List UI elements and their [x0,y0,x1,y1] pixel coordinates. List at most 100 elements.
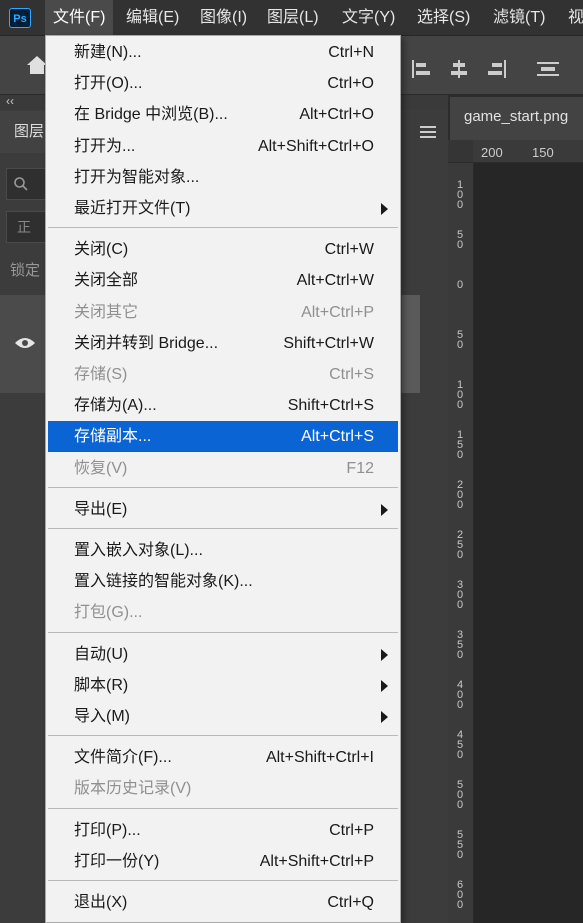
menu-item-4-0[interactable]: 自动(U) [48,639,398,670]
menu-item-shortcut: Ctrl+S [329,366,374,383]
distribute-icon[interactable] [535,58,561,80]
ruler-v-label: 200 [456,479,464,511]
menu-file[interactable]: 文件(F) [45,0,114,35]
menu-item-shortcut: Alt+Ctrl+O [299,106,374,124]
menu-item-0-5[interactable]: 最近打开文件(T) [48,193,398,224]
align-left-icon[interactable] [408,58,434,80]
menu-item-1-6[interactable]: 存储副本... Alt+Ctrl+S [48,421,398,453]
menu-item-shortcut: Ctrl+W [324,241,374,259]
ruler-v-label: 550 [456,829,464,861]
menu-type[interactable]: 文字(Y) [334,0,403,35]
menu-item-label: 导出(E) [74,500,128,518]
document-tab[interactable]: game_start.png [450,97,583,140]
menu-item-0-2[interactable]: 在 Bridge 中浏览(B)... Alt+Ctrl+O [48,99,398,130]
menu-image[interactable]: 图像(I) [192,0,255,35]
menu-item-label: 脚本(R) [74,676,129,694]
lock-label: 锁定 [10,262,41,279]
menu-item-label: 存储为(A)... [74,397,157,415]
ruler-v-label: 350 [456,629,464,661]
menu-item-label: 导入(M) [74,708,130,725]
search-icon [14,177,28,191]
menu-item-1-5[interactable]: 存储为(A)... Shift+Ctrl+S [48,390,398,421]
ruler-v-label: 50 [456,329,464,351]
menu-item-3-2: 打包(G)... [48,597,398,628]
menu-item-4-2[interactable]: 导入(M) [48,701,398,732]
menu-item-6-0[interactable]: 打印(P)... Ctrl+P [48,815,398,846]
menu-separator [48,631,398,633]
menu-item-shortcut: Ctrl+P [329,821,374,839]
align-right-icon[interactable] [484,58,510,80]
menu-item-5-0[interactable]: 文件简介(F)... Alt+Shift+Ctrl+I [48,742,398,773]
menu-item-label: 关闭并转到 Bridge... [74,334,219,352]
menu-item-6-1[interactable]: 打印一份(Y) Alt+Shift+Ctrl+P [48,846,398,877]
menu-separator [48,735,398,737]
ruler-v-label: 250 [456,529,464,561]
menu-item-label: 恢复(V) [74,459,128,477]
menu-item-3-1[interactable]: 置入链接的智能对象(K)... [48,566,398,597]
menu-separator [48,486,398,488]
menu-item-label: 版本历史记录(V) [74,780,192,798]
menu-item-0-3[interactable]: 打开为... Alt+Shift+Ctrl+O [48,131,398,162]
ruler-v-label: 0 [456,279,464,291]
menu-item-0-1[interactable]: 打开(O)... Ctrl+O [48,68,398,99]
blend-mode-select[interactable]: 正 [6,211,46,243]
menu-item-label: 打开(O)... [74,75,143,93]
ruler-v-label: 100 [456,379,464,411]
menu-separator [48,807,398,809]
menu-item-4-1[interactable]: 脚本(R) [48,670,398,701]
menu-item-shortcut: F12 [346,459,374,477]
menu-item-label: 退出(X) [74,894,128,911]
ruler-v-label: 450 [456,729,464,761]
menu-item-0-0[interactable]: 新建(N)... Ctrl+N [48,37,398,68]
menu-item-label: 关闭其它 [74,303,139,321]
menu-item-5-1: 版本历史记录(V) [48,773,398,804]
submenu-arrow-icon [381,203,388,215]
menu-item-shortcut: Shift+Ctrl+W [283,334,374,352]
menu-item-label: 打开为... [74,137,136,155]
menu-separator [48,880,398,881]
menu-item-1-7: 恢复(V) F12 [48,453,398,484]
menu-item-0-4[interactable]: 打开为智能对象... [48,162,398,193]
menu-item-label: 置入链接的智能对象(K)... [74,573,253,591]
menu-separator [48,528,398,529]
menu-edit[interactable]: 编辑(E) [118,0,187,35]
menu-item-label: 打印(P)... [74,821,141,839]
menu-filter[interactable]: 滤镜(T) [485,0,553,35]
menu-item-label: 自动(U) [74,645,129,663]
ruler-v-label: 100 [456,179,464,211]
menu-item-shortcut: Alt+Ctrl+P [301,303,374,321]
menu-item-1-3[interactable]: 关闭并转到 Bridge... Shift+Ctrl+W [48,328,398,359]
menu-item-1-4: 存储(S) Ctrl+S [48,359,398,390]
canvas[interactable] [474,163,583,923]
submenu-arrow-icon [381,711,388,723]
collapse-panels-icon[interactable]: ‹‹ [6,94,14,108]
align-center-icon[interactable] [446,58,472,80]
menu-item-2-0[interactable]: 导出(E) [48,494,398,525]
layer-filter-input[interactable] [6,168,46,200]
menu-item-7-0[interactable]: 退出(X) Ctrl+Q [48,887,398,918]
menu-item-1-1[interactable]: 关闭全部 Alt+Ctrl+W [48,265,398,296]
panel-scrollbar[interactable] [402,295,420,393]
menu-item-1-2: 关闭其它 Alt+Ctrl+P [48,297,398,328]
ruler-h-label: 200 [481,145,503,160]
menu-item-label: 存储(S) [74,366,128,383]
menu-separator [48,227,398,229]
ruler-h-label: 150 [532,145,554,160]
menu-item-label: 在 Bridge 中浏览(B)... [74,106,228,124]
menu-view[interactable]: 视 [560,0,583,35]
submenu-arrow-icon [381,503,388,516]
panel-menu-icon[interactable] [420,125,436,139]
menu-item-1-0[interactable]: 关闭(C) Ctrl+W [48,234,398,265]
visibility-eye-icon[interactable] [14,336,36,350]
menu-layer[interactable]: 图层(L) [259,0,327,35]
menu-select[interactable]: 选择(S) [409,0,478,35]
menu-item-label: 最近打开文件(T) [74,200,191,217]
menu-item-3-0[interactable]: 置入嵌入对象(L)... [48,535,398,566]
menu-item-shortcut: Alt+Ctrl+W [296,272,374,290]
menu-item-shortcut: Ctrl+Q [327,894,374,911]
menu-item-label: 打印一份(Y) [74,852,160,870]
ruler-v-label: 500 [456,779,464,811]
menu-item-shortcut: Ctrl+O [327,75,374,93]
menu-item-label: 新建(N)... [74,44,142,61]
ruler-v-label: 50 [456,229,464,251]
